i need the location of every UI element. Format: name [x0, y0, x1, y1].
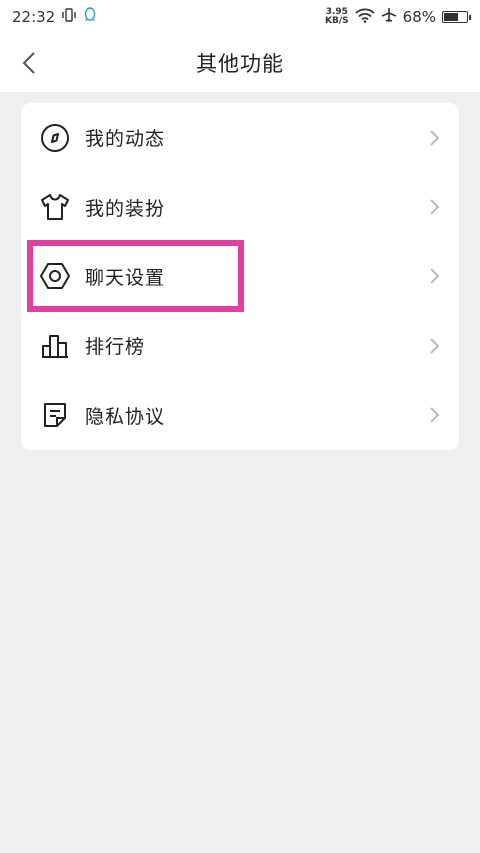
- back-button[interactable]: [12, 46, 46, 80]
- wifi-icon: [355, 8, 375, 27]
- menu-item-leaderboard[interactable]: 排行榜: [21, 311, 459, 380]
- settings-hexagon-icon: [39, 260, 71, 292]
- chevron-right-icon: [430, 407, 440, 423]
- menu-label-my-posts: 我的动态: [85, 128, 166, 151]
- menu-item-my-outfit[interactable]: 我的装扮: [21, 172, 459, 241]
- status-left: 22:32: [12, 7, 97, 27]
- battery-icon: [442, 11, 471, 23]
- menu-item-privacy-policy[interactable]: 隐私协议: [21, 381, 459, 450]
- battery-fill: [444, 13, 459, 21]
- ranking-bars-icon: [39, 330, 71, 362]
- menu-label-privacy-policy: 隐私协议: [85, 405, 166, 428]
- chevron-right-icon: [430, 199, 440, 215]
- status-bar: 22:32 3.95 KB/S 68%: [0, 0, 480, 34]
- document-icon: [39, 399, 71, 431]
- airplane-icon: [381, 7, 397, 27]
- menu-item-chat-settings[interactable]: 聊天设置: [21, 242, 459, 311]
- menu-card: 我的动态 我的装扮 聊天设置 排行榜 隐私协议: [21, 103, 459, 450]
- chevron-right-icon: [430, 268, 440, 285]
- qq-icon: [83, 7, 97, 27]
- net-speed: 3.95 KB/S: [325, 8, 349, 26]
- menu-label-chat-settings: 聊天设置: [85, 266, 166, 289]
- menu-label-leaderboard: 排行榜: [85, 336, 146, 359]
- menu-label-my-outfit: 我的装扮: [85, 197, 166, 220]
- status-time: 22:32: [12, 8, 56, 26]
- status-right: 3.95 KB/S 68%: [325, 7, 471, 27]
- compass-icon: [39, 122, 71, 154]
- battery-percent: 68%: [402, 8, 436, 26]
- tshirt-icon: [39, 191, 71, 223]
- nav-bar: 其他功能: [0, 34, 480, 92]
- menu-item-my-posts[interactable]: 我的动态: [21, 103, 459, 172]
- chevron-left-icon: [22, 52, 35, 74]
- page-title: 其他功能: [196, 52, 284, 76]
- chevron-right-icon: [430, 338, 440, 354]
- chevron-right-icon: [430, 129, 440, 146]
- vibrate-icon: [61, 8, 77, 26]
- net-speed-unit: KB/S: [325, 16, 349, 26]
